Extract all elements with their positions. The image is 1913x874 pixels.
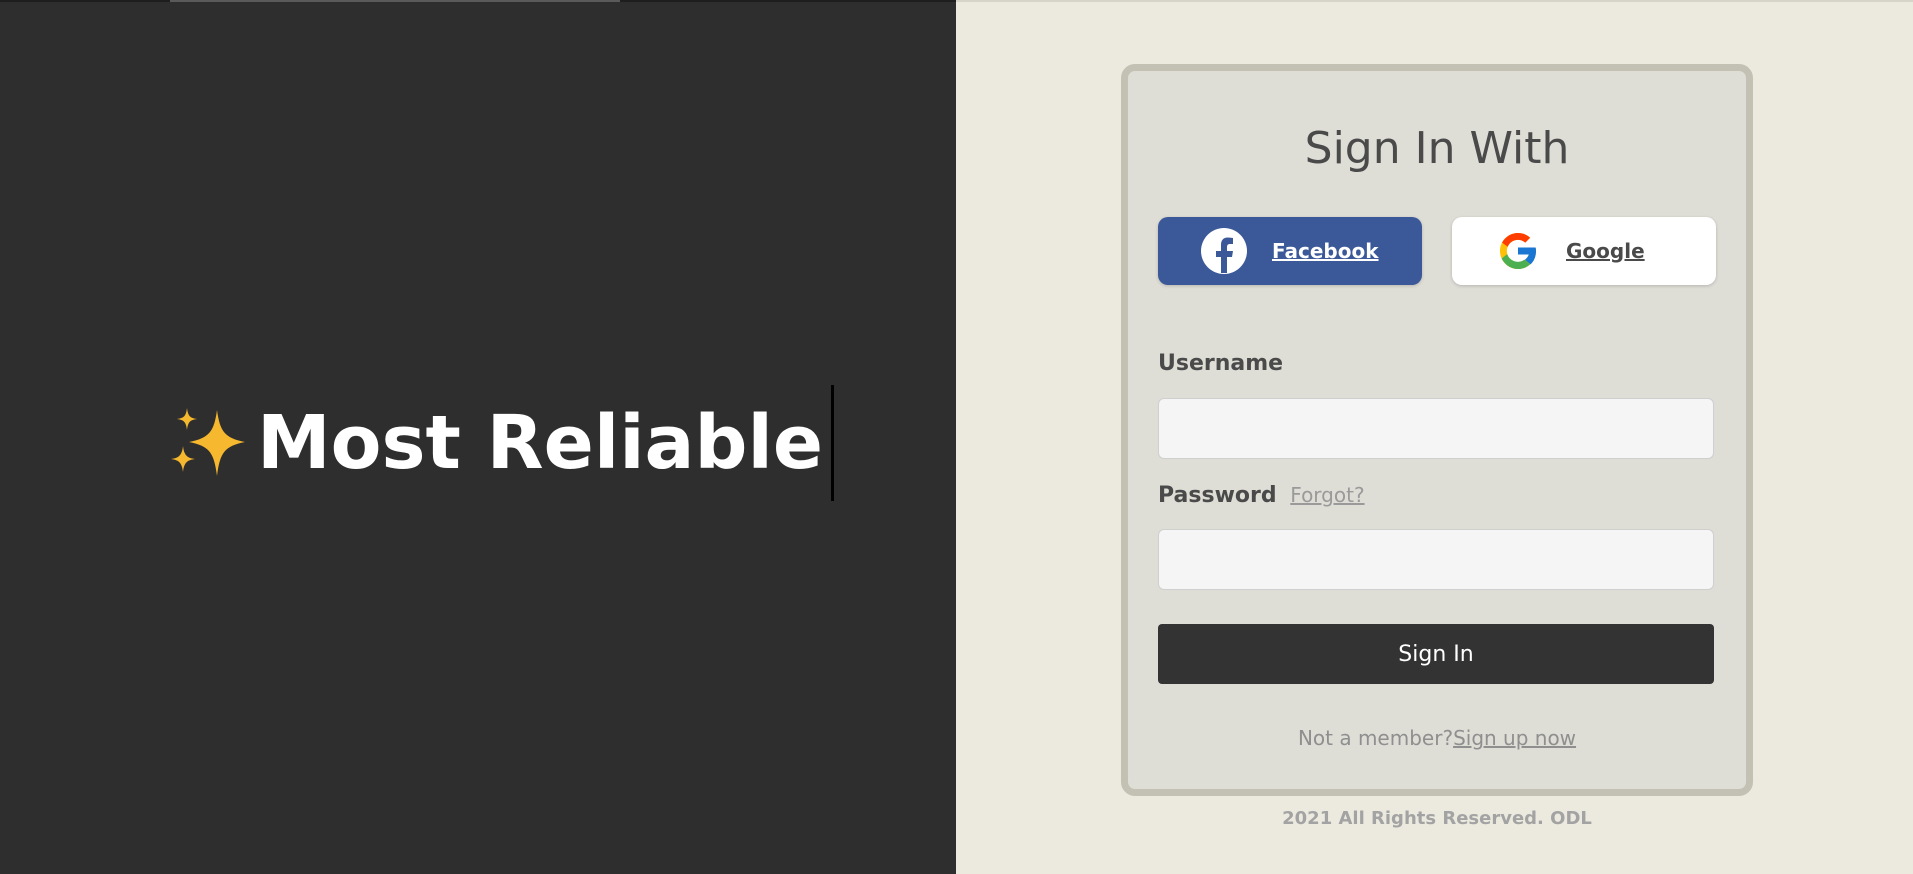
password-input[interactable] [1158,529,1714,590]
sign-in-button[interactable]: Sign In [1158,624,1714,684]
signup-prompt: Not a member?Sign up now [1128,726,1746,750]
top-accent-line [170,0,620,2]
username-label: Username [1158,351,1284,376]
sparkles-icon [167,402,249,484]
google-label: Google [1566,239,1645,263]
not-member-text: Not a member? [1297,726,1454,750]
password-label: Password [1158,483,1277,508]
password-label-row: Password Forgot? [1158,483,1365,508]
sign-up-link[interactable]: Sign up now [1453,726,1576,750]
google-login-button[interactable]: Google [1452,217,1716,285]
login-panel: Sign In With Facebook Google Username Pa… [956,0,1913,874]
login-card: Sign In With Facebook Google Username Pa… [1121,64,1753,796]
username-input[interactable] [1158,398,1714,459]
hero-heading: Most Reliable [167,383,835,503]
text-caret [831,385,835,501]
login-title: Sign In With [1304,123,1570,174]
facebook-login-button[interactable]: Facebook [1158,217,1422,285]
hero-title: Most Reliable [257,400,824,486]
facebook-icon [1200,227,1248,275]
hero-panel: Most Reliable [0,0,956,874]
footer-copyright: 2021 All Rights Reserved. ODL [1282,808,1592,829]
facebook-label: Facebook [1272,239,1379,263]
forgot-password-link[interactable]: Forgot? [1290,483,1364,507]
google-icon [1494,227,1542,275]
page: Most Reliable Sign In With Facebook Goog… [0,0,1913,874]
